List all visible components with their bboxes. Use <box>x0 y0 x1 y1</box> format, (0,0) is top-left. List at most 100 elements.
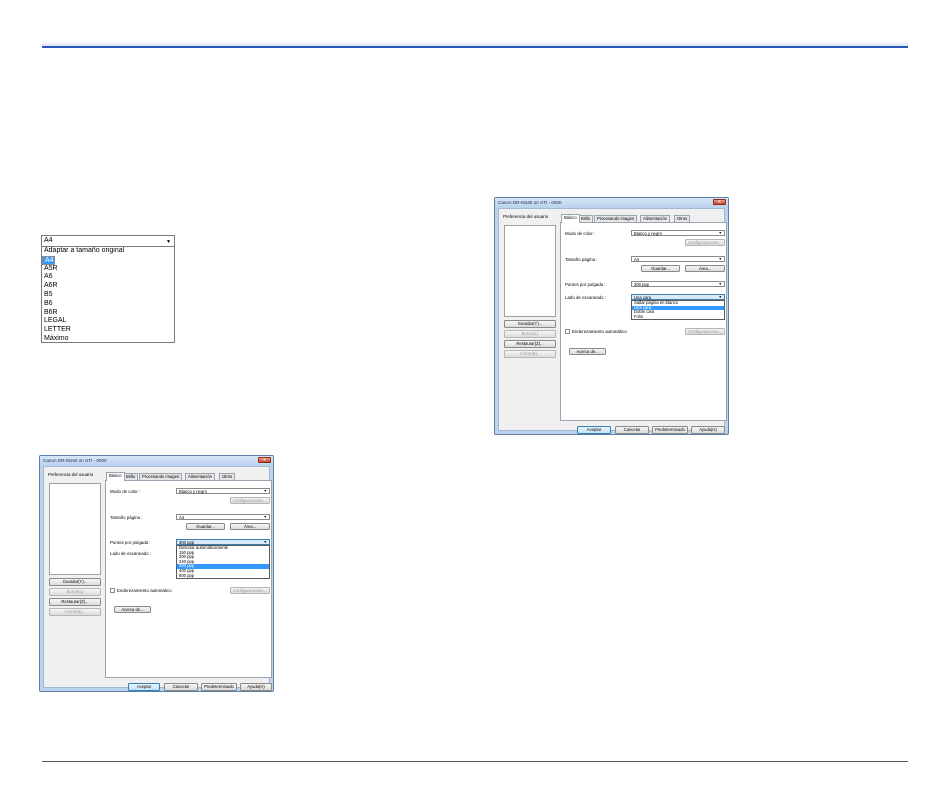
chevron-down-icon: ▼ <box>718 257 722 261</box>
page-size-select[interactable]: A4 ▼ <box>631 256 725 262</box>
scan-side-option[interactable]: Folio <box>632 314 724 320</box>
user-pref-close-button[interactable]: Cerrar(B)... <box>49 608 101 616</box>
user-pref-save-button[interactable]: Guardar(Y)... <box>504 320 556 328</box>
tab-brillo[interactable]: Brillo <box>123 473 139 480</box>
tab-alimentacion[interactable]: Alimentación <box>185 473 215 480</box>
chevron-down-icon: ▼ <box>263 489 267 493</box>
page-save-button[interactable]: Guardar... <box>186 523 225 530</box>
user-pref-delete-button[interactable]: Borrar(L) <box>504 330 556 338</box>
color-mode-value: Blanco y negro <box>634 231 662 236</box>
user-pref-restore-button[interactable]: Restaurar(Z)... <box>504 340 556 348</box>
page-size-option[interactable]: A5 <box>42 256 174 265</box>
help-button[interactable]: Ayuda(H) <box>240 683 272 691</box>
ok-button[interactable]: Aceptar <box>128 683 160 691</box>
page-size-option[interactable]: B6 <box>42 300 174 309</box>
deskew-label: Enderezamiento automático <box>572 329 627 334</box>
tab-strip: Básico Brillo Procesando imagen Alimenta… <box>106 472 271 481</box>
scan-side-label: Lado de escaneado : <box>110 551 152 556</box>
deskew-config-button[interactable]: Configuraciones... <box>685 328 725 335</box>
tab-basico[interactable]: Básico <box>106 472 125 481</box>
dpi-dropdown-list[interactable]: Detectar automáticamente 150 ppp 200 ppp… <box>176 545 270 579</box>
scanner-dialog-scanside: Canon DR-M160 on STI - 0000 x Preferenci… <box>494 197 729 435</box>
dpi-label: Puntos por pulgada : <box>565 282 606 287</box>
page-save-button[interactable]: Guardar... <box>641 265 680 272</box>
page-footer-rule <box>42 761 908 762</box>
color-mode-value: Blanco y negro <box>179 489 207 494</box>
chevron-down-icon[interactable]: ▼ <box>166 237 171 247</box>
color-mode-select[interactable]: Blanco y negro ▼ <box>176 488 270 494</box>
page-size-option[interactable]: Máximo <box>42 335 174 344</box>
user-pref-list[interactable] <box>504 225 556 317</box>
scan-side-label: Lado de escaneado : <box>565 295 607 300</box>
ok-button[interactable]: Aceptar <box>577 426 611 434</box>
color-mode-label: Modo de color : <box>110 489 141 494</box>
page-size-option[interactable]: LEGAL <box>42 317 174 326</box>
dpi-value: 300 ppp <box>634 282 650 287</box>
page-size-value: A4 <box>179 515 185 520</box>
deskew-config-button[interactable]: Configuraciones... <box>230 587 270 594</box>
color-mode-label: Modo de color : <box>565 231 596 236</box>
tab-panel-basico: Modo de color : Blanco y negro ▼ Configur… <box>105 480 272 678</box>
dialog-client: Preferencia del usuario Guardar(Y)... Bo… <box>498 208 727 434</box>
close-icon[interactable]: x <box>713 199 726 205</box>
page-size-label: Tamaño página : <box>110 515 143 520</box>
page-header-rule <box>42 46 908 48</box>
dialog-title: Canon DR-M160 on STI - 0000 <box>495 198 728 207</box>
tab-alimentacion[interactable]: Alimentación <box>640 215 670 222</box>
tab-procesando-imagen[interactable]: Procesando imagen <box>594 215 638 222</box>
cancel-button[interactable]: Cancelar <box>164 683 198 691</box>
dpi-label: Puntos por pulgada : <box>110 540 151 545</box>
chevron-down-icon: ▼ <box>263 515 267 519</box>
deskew-label: Enderezamiento automático <box>117 588 172 593</box>
color-config-button[interactable]: Configuraciones... <box>685 239 725 246</box>
tab-procesando-imagen[interactable]: Procesando imagen <box>139 473 183 480</box>
tab-basico[interactable]: Básico <box>561 214 580 223</box>
page-size-option[interactable]: Adaptar a tamaño original <box>42 247 174 256</box>
user-pref-label: Preferencia del usuario <box>503 214 549 219</box>
deskew-checkbox[interactable] <box>110 588 115 593</box>
page-size-select[interactable]: A4 ▼ <box>176 514 270 520</box>
page-size-option[interactable]: A6R <box>42 282 174 291</box>
dialog-client: Preferencia del usuario Guardar(Y)... Bo… <box>43 466 272 691</box>
user-pref-label: Preferencia del usuario <box>48 472 94 477</box>
page-area-button[interactable]: Área... <box>230 523 270 530</box>
page-size-option[interactable]: LETTER <box>42 326 174 335</box>
scanner-dialog-resolution: Canon DR-M160 on STI - 0000 x Preferenci… <box>39 455 274 692</box>
page-size-combo[interactable]: A4 ▼ <box>42 236 174 247</box>
color-config-button[interactable]: Configuraciones... <box>230 497 270 504</box>
default-button[interactable]: Predeterminado <box>652 426 688 434</box>
dpi-select[interactable]: 300 ppp ▼ <box>631 281 725 287</box>
chevron-down-icon: ▼ <box>718 282 722 286</box>
user-pref-list[interactable] <box>49 483 101 575</box>
page-size-selected: A4 <box>44 237 53 244</box>
page-size-option[interactable]: B6R <box>42 309 174 318</box>
default-button[interactable]: Predeterminado <box>201 683 237 691</box>
user-pref-restore-button[interactable]: Restaurar(Z)... <box>49 598 101 606</box>
about-button[interactable]: Acerca de... <box>569 348 606 355</box>
page-size-option[interactable]: B5 <box>42 291 174 300</box>
cancel-button[interactable]: Cancelar <box>615 426 649 434</box>
tab-otros[interactable]: Otros <box>674 215 691 222</box>
page-size-option[interactable]: A5R <box>42 265 174 274</box>
user-pref-close-button[interactable]: Cerrar(B)... <box>504 350 556 358</box>
chevron-down-icon: ▼ <box>718 231 722 235</box>
about-button[interactable]: Acerca de... <box>114 606 151 613</box>
close-icon[interactable]: x <box>258 457 271 463</box>
dpi-option[interactable]: 600 ppp <box>177 573 269 579</box>
page-area-button[interactable]: Área... <box>685 265 725 272</box>
tab-strip: Básico Brillo Procesando imagen Alimenta… <box>561 214 726 223</box>
dialog-title: Canon DR-M160 on STI - 0000 <box>40 456 273 465</box>
page-size-option[interactable]: A6 <box>42 273 174 282</box>
page-size-label: Tamaño página : <box>565 257 598 262</box>
help-button[interactable]: Ayuda(H) <box>691 426 725 434</box>
page-size-option-highlighted[interactable]: A4 <box>42 255 55 265</box>
user-pref-delete-button[interactable]: Borrar(L) <box>49 588 101 596</box>
color-mode-select[interactable]: Blanco y negro ▼ <box>631 230 725 236</box>
deskew-checkbox[interactable] <box>565 329 570 334</box>
user-pref-save-button[interactable]: Guardar(Y)... <box>49 578 101 586</box>
scan-side-dropdown-list[interactable]: Saltar página en blanco Una cara Doble c… <box>631 300 725 320</box>
page-size-dropdown[interactable]: A4 ▼ Adaptar a tamaño original A4 A5 A5R… <box>41 235 175 343</box>
tab-otros[interactable]: Otros <box>219 473 236 480</box>
tab-brillo[interactable]: Brillo <box>578 215 594 222</box>
tab-panel-basico: Modo de color : Blanco y negro ▼ Configur… <box>560 222 727 421</box>
